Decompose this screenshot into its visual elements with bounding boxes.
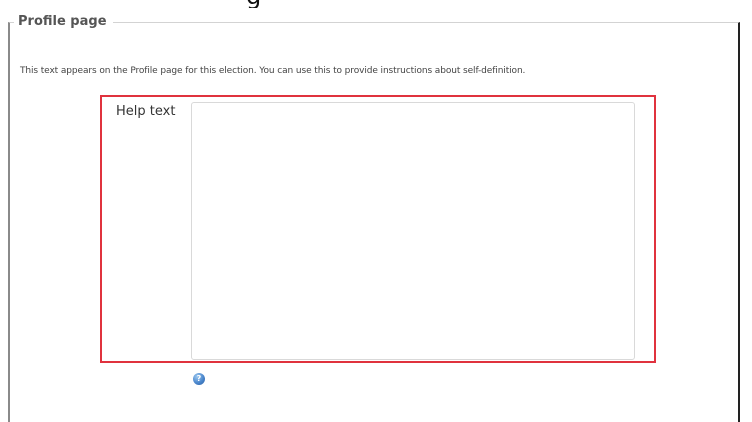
help-icon[interactable]: ? [193, 373, 205, 385]
section-description: This text appears on the Profile page fo… [20, 66, 526, 76]
help-text-label: Help text [116, 104, 176, 119]
fieldset-legend: Profile page [14, 12, 113, 32]
cropped-glyph: g [246, 0, 261, 8]
help-text-textarea[interactable] [191, 102, 635, 360]
cropped-header-fragment: g [0, 0, 752, 8]
